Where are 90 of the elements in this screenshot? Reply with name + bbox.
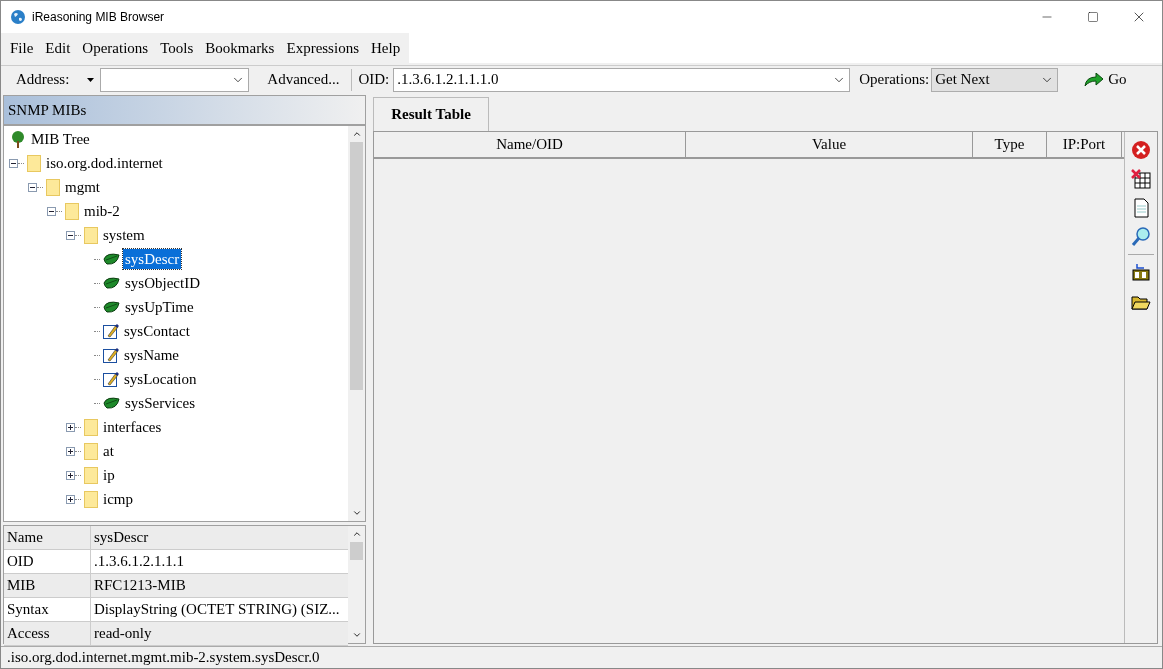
collapse-icon[interactable] bbox=[66, 230, 75, 240]
property-value: DisplayString (OCTET STRING) (SIZ... bbox=[93, 600, 341, 620]
expand-icon[interactable] bbox=[66, 446, 75, 456]
status-text: .iso.org.dod.internet.mgmt.mib-2.system.sysDescr.0 bbox=[7, 648, 320, 668]
property-name: Access bbox=[4, 622, 91, 645]
tree-item[interactable]: at bbox=[101, 441, 116, 461]
tree-item[interactable]: iso.org.dod.internet bbox=[44, 153, 165, 173]
scroll-down-icon[interactable] bbox=[351, 508, 362, 518]
property-name: Name bbox=[4, 526, 91, 549]
collapse-icon[interactable] bbox=[9, 158, 18, 168]
scrollbar[interactable] bbox=[348, 526, 365, 643]
tree-item[interactable]: ip bbox=[101, 465, 117, 485]
tree-item[interactable]: mib-2 bbox=[82, 201, 122, 221]
folder-icon bbox=[65, 202, 79, 220]
menu-item[interactable]: Bookmarks bbox=[199, 36, 281, 60]
tree-item[interactable]: icmp bbox=[101, 489, 135, 509]
dropdown-arrow-icon[interactable] bbox=[87, 77, 95, 82]
menu-item[interactable]: Edit bbox=[39, 36, 77, 60]
menu-item[interactable]: File bbox=[4, 36, 40, 60]
tree-item[interactable]: sysDescr bbox=[123, 249, 182, 269]
address-label: Address: bbox=[16, 70, 70, 90]
column-header[interactable]: Value bbox=[686, 132, 973, 157]
operations-dropdown[interactable]: Get Next bbox=[931, 67, 1059, 92]
column-header[interactable]: IP:Port bbox=[1047, 132, 1122, 157]
search-icon[interactable] bbox=[1131, 227, 1151, 247]
expand-icon[interactable] bbox=[66, 422, 75, 432]
scroll-up-icon[interactable] bbox=[351, 129, 362, 139]
window-title: iReasoning MIB Browser bbox=[32, 9, 165, 26]
menu-item[interactable]: Tools bbox=[154, 36, 200, 60]
network-icon[interactable] bbox=[1131, 262, 1151, 282]
tree-item[interactable]: sysServices bbox=[123, 393, 197, 413]
column-header[interactable]: Name/OID bbox=[374, 132, 686, 157]
property-name: Syntax bbox=[4, 598, 91, 621]
tree-item[interactable]: MIB Tree bbox=[29, 129, 92, 149]
leaf-icon bbox=[103, 300, 120, 314]
expand-icon[interactable] bbox=[66, 494, 75, 504]
panel-title: SNMP MIBs bbox=[8, 100, 87, 120]
collapse-icon[interactable] bbox=[47, 206, 56, 216]
arrow-icon bbox=[1084, 72, 1105, 87]
pen-icon bbox=[103, 371, 119, 387]
tree-item[interactable]: sysObjectID bbox=[123, 273, 202, 293]
property-value: read-only bbox=[93, 624, 153, 644]
oid-field[interactable]: .1.3.6.1.2.1.1.1.0 bbox=[393, 67, 851, 92]
tree-item[interactable]: sysLocation bbox=[122, 369, 199, 389]
delete-table-icon[interactable] bbox=[1131, 169, 1151, 189]
tree-item[interactable]: sysContact bbox=[122, 321, 192, 341]
property-value: sysDescr bbox=[93, 528, 150, 548]
oid-label: OID: bbox=[358, 70, 390, 90]
folder-icon bbox=[84, 418, 98, 436]
address-field[interactable] bbox=[100, 67, 250, 92]
leaf-icon bbox=[103, 276, 120, 290]
maximize-icon[interactable] bbox=[1087, 11, 1099, 23]
scroll-down-icon[interactable] bbox=[351, 630, 362, 640]
advanced-button[interactable]: Advanced... bbox=[261, 67, 346, 92]
scroll-up-icon[interactable] bbox=[351, 529, 362, 539]
collapse-icon[interactable] bbox=[28, 182, 37, 192]
menu-item[interactable]: Help bbox=[364, 36, 407, 60]
tab[interactable]: Result Table bbox=[373, 97, 489, 131]
leaf-icon bbox=[103, 252, 120, 266]
property-value: .1.3.6.1.2.1.1.1 bbox=[93, 552, 185, 572]
menu-item[interactable]: Expressions bbox=[280, 36, 365, 60]
folder-icon bbox=[27, 154, 41, 172]
document-icon[interactable] bbox=[1131, 198, 1151, 218]
property-name: MIB bbox=[4, 574, 91, 597]
go-button[interactable]: Go bbox=[1082, 68, 1129, 91]
leaf-icon bbox=[103, 396, 120, 410]
property-value: RFC1213-MIB bbox=[93, 576, 187, 596]
folder-icon bbox=[84, 226, 98, 244]
scroll-thumb[interactable] bbox=[350, 142, 363, 390]
operations-label: Operations: bbox=[859, 70, 930, 90]
expand-icon[interactable] bbox=[66, 470, 75, 480]
tree-item[interactable]: sysUpTime bbox=[123, 297, 196, 317]
pen-icon bbox=[103, 347, 119, 363]
folder-icon bbox=[46, 178, 60, 196]
property-name: OID bbox=[4, 550, 91, 573]
folder-icon bbox=[84, 490, 98, 508]
stop-icon[interactable] bbox=[1131, 140, 1151, 160]
scrollbar[interactable] bbox=[348, 126, 365, 521]
tree-item[interactable]: system bbox=[101, 225, 147, 245]
tree-item[interactable]: sysName bbox=[122, 345, 181, 365]
folder-icon bbox=[84, 442, 98, 460]
column-header[interactable]: Type bbox=[973, 132, 1047, 157]
globe-icon bbox=[10, 9, 26, 25]
tree-item[interactable]: mgmt bbox=[63, 177, 102, 197]
tree-item[interactable]: interfaces bbox=[101, 417, 164, 437]
folder-icon bbox=[84, 466, 98, 484]
tree-icon bbox=[10, 130, 26, 148]
pen-icon bbox=[103, 323, 119, 339]
menu-item[interactable]: Operations bbox=[76, 36, 155, 60]
scroll-thumb[interactable] bbox=[350, 542, 363, 560]
